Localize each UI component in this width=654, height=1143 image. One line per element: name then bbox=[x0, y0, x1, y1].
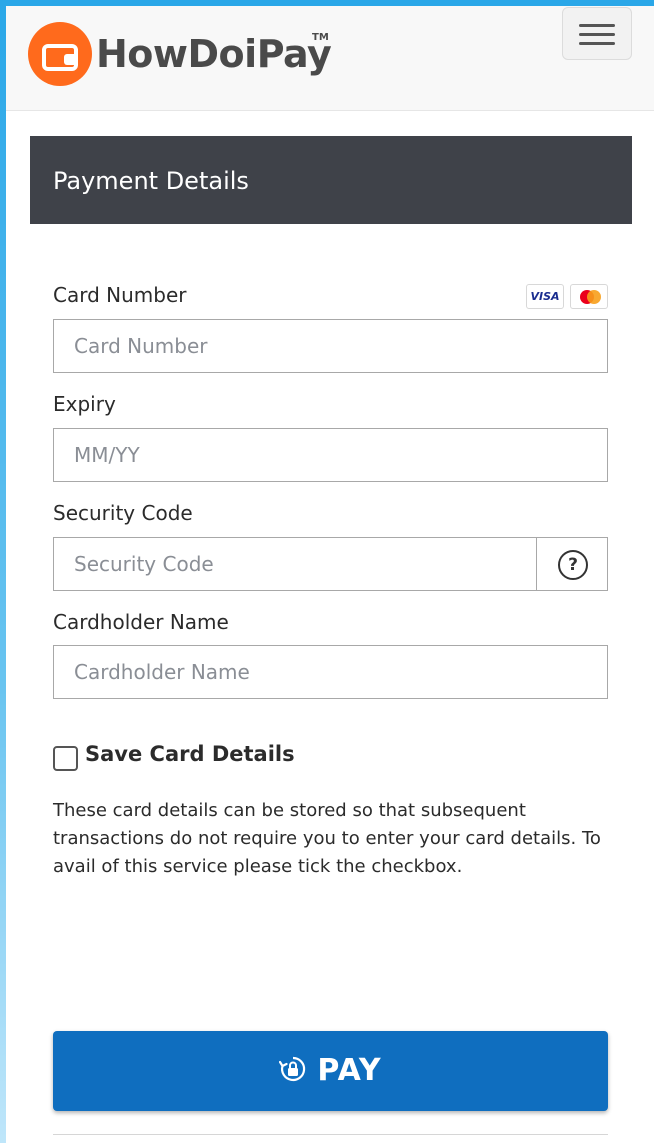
wallet-logo-icon bbox=[28, 22, 92, 86]
pay-button-label: PAY bbox=[317, 1053, 382, 1088]
expiry-label: Expiry bbox=[53, 392, 116, 416]
visa-icon: VISA bbox=[526, 284, 564, 309]
payment-page: HowDoiPay TM Payment Details Card Number… bbox=[6, 6, 654, 1143]
save-card-info-text: These card details can be stored so that… bbox=[53, 800, 601, 877]
security-code-label: Security Code bbox=[53, 501, 193, 525]
page-title: Payment Details bbox=[53, 167, 249, 195]
security-code-input[interactable] bbox=[53, 537, 537, 591]
mastercard-icon bbox=[570, 284, 608, 309]
card-number-input[interactable] bbox=[53, 319, 608, 373]
divider bbox=[53, 1134, 608, 1135]
security-code-group: ? bbox=[53, 537, 608, 591]
cardholder-name-label: Cardholder Name bbox=[53, 610, 229, 634]
card-number-label: Card Number bbox=[53, 283, 187, 307]
cardholder-name-input[interactable] bbox=[53, 645, 608, 699]
brand-logo[interactable]: HowDoiPay TM bbox=[28, 18, 332, 86]
header: HowDoiPay TM bbox=[6, 6, 654, 111]
question-mark-icon: ? bbox=[558, 550, 588, 580]
brand-name: HowDoiPay bbox=[96, 32, 332, 76]
pay-button[interactable]: PAY bbox=[53, 1031, 608, 1111]
save-card-label[interactable]: Save Card Details bbox=[85, 742, 295, 766]
hamburger-menu-icon bbox=[579, 24, 615, 27]
secure-lock-icon bbox=[279, 1056, 306, 1081]
save-card-checkbox[interactable] bbox=[53, 746, 78, 771]
expiry-input[interactable] bbox=[53, 428, 608, 482]
menu-toggle-button[interactable] bbox=[562, 7, 632, 60]
trademark-mark: TM bbox=[312, 32, 329, 43]
security-code-help-button[interactable]: ? bbox=[536, 537, 608, 591]
section-title-bar: Payment Details bbox=[30, 136, 632, 224]
